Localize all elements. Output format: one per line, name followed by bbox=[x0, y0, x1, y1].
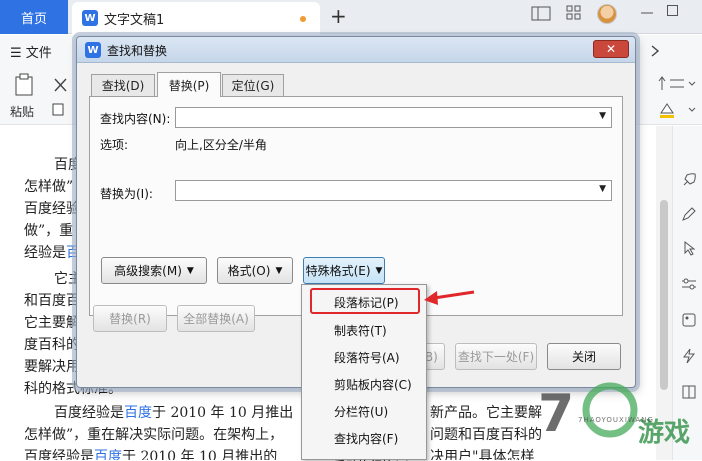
format-label: 格式(O) bbox=[227, 264, 271, 278]
paste-icon[interactable] bbox=[13, 73, 35, 97]
chevron-down-icon: ▼ bbox=[275, 265, 283, 276]
layout-toggle-icon[interactable] bbox=[531, 6, 551, 22]
document-line: 和百度百 bbox=[24, 290, 80, 310]
options-value: 向上,区分全/半角 bbox=[175, 138, 267, 152]
menu-item-paragraph-sign[interactable]: 段落符号(A) bbox=[334, 349, 400, 366]
document-line: 要解决用 bbox=[24, 356, 80, 376]
tab-home[interactable]: 首页 bbox=[0, 0, 68, 34]
find-input[interactable]: ▼ bbox=[175, 107, 612, 128]
link-text[interactable]: 百度 bbox=[124, 405, 152, 421]
line-text: 百度经验是 bbox=[54, 405, 124, 421]
dialog-title: 查找和替换 bbox=[107, 44, 168, 58]
minimize-icon[interactable] bbox=[640, 8, 654, 18]
copy-icon[interactable] bbox=[52, 101, 68, 117]
menu-item-column-break[interactable]: 分栏符(U) bbox=[334, 403, 388, 420]
find-next-button[interactable]: 查找下一处(F) bbox=[455, 343, 537, 370]
dropdown-arrow-icon[interactable]: ▼ bbox=[599, 111, 606, 121]
menu-item-tab-char[interactable]: 制表符(T) bbox=[334, 322, 387, 339]
apps-grid-icon[interactable] bbox=[566, 5, 582, 21]
options-label: 选项: bbox=[100, 138, 129, 152]
document-line: 它主要解 bbox=[24, 312, 80, 332]
wps-writer-icon: W bbox=[82, 10, 98, 26]
line-text: 度百科的 bbox=[24, 337, 80, 353]
document-line: 怎样做”，重在解决实际问题。在架构上， bbox=[24, 424, 283, 444]
line-text: 百度经验 bbox=[24, 201, 80, 217]
close-button[interactable]: 关闭 bbox=[547, 343, 621, 370]
menu-item-clipboard[interactable]: 剪贴板内容(C) bbox=[334, 376, 412, 393]
dialog-title-bar[interactable]: W 查找和替换 ✕ bbox=[77, 37, 635, 63]
document-line: 做”，重 bbox=[24, 220, 73, 240]
file-menu-label: 文件 bbox=[25, 46, 52, 61]
watermark-digit: 7 bbox=[538, 384, 575, 444]
advanced-search-button[interactable]: 高级搜索(M) ▼ bbox=[101, 257, 207, 284]
file-menu[interactable]: ☰ 文件 bbox=[10, 42, 52, 61]
chevron-down-icon: ▼ bbox=[375, 265, 383, 276]
wps-writer-icon: W bbox=[85, 42, 101, 58]
document-line: 度百科的 bbox=[24, 334, 80, 354]
unsaved-dot-icon bbox=[300, 16, 306, 22]
advanced-search-label: 高级搜索(M) bbox=[114, 264, 182, 278]
special-format-button[interactable]: 特殊格式(E) ▼ bbox=[303, 257, 385, 284]
pen-icon[interactable] bbox=[681, 206, 697, 222]
link-text[interactable]: 百度 bbox=[94, 449, 122, 460]
document-line: 百度经验是百度于 2010 年 10 月推出的 bbox=[24, 446, 277, 460]
line-text: 怎样做” bbox=[24, 179, 74, 195]
lightning-icon[interactable] bbox=[681, 348, 697, 364]
dialog-close-button[interactable]: ✕ bbox=[593, 40, 629, 58]
tab-find[interactable]: 查找(D) bbox=[91, 74, 155, 96]
replace-button[interactable]: 替换(R) bbox=[93, 305, 167, 332]
tab-goto[interactable]: 定位(G) bbox=[222, 74, 284, 96]
tab-document[interactable]: W 文字文稿1 bbox=[72, 2, 320, 34]
line-text: 于 2010 年 10 月推出的 bbox=[122, 449, 278, 460]
hamburger-icon: ☰ bbox=[10, 46, 22, 61]
sliders-icon[interactable] bbox=[681, 276, 697, 292]
line-text: 怎样做”，重在解决实际问题。在架构上， bbox=[24, 427, 284, 443]
document-line: 百度经验 bbox=[24, 198, 80, 218]
line-spacing-icon[interactable] bbox=[658, 75, 698, 93]
document-tab-title: 文字文稿1 bbox=[104, 12, 165, 28]
user-avatar[interactable] bbox=[597, 4, 617, 24]
chevron-down-icon: ▼ bbox=[186, 265, 194, 276]
title-tab-bar: 首页 W 文字文稿1 + bbox=[0, 0, 702, 34]
document-line: 怎样做” bbox=[24, 176, 73, 196]
line-text: 和百度百 bbox=[24, 293, 80, 309]
paste-label[interactable]: 粘贴 bbox=[10, 103, 34, 120]
site-watermark: 7 游戏 7HAOYOUXIWANG bbox=[518, 378, 702, 460]
image-tool-icon[interactable] bbox=[681, 312, 697, 328]
document-line: 经验是百 bbox=[24, 242, 80, 262]
chevron-right-icon[interactable] bbox=[648, 44, 662, 58]
find-label: 查找内容(N): bbox=[100, 112, 171, 126]
highlight-box bbox=[310, 288, 420, 314]
add-tab-icon[interactable]: + bbox=[330, 4, 347, 28]
document-line: 百度经验是百度于 2010 年 10 月推出 bbox=[54, 402, 293, 422]
pointer-icon[interactable] bbox=[681, 240, 697, 256]
line-text: 经验是 bbox=[24, 245, 66, 261]
cut-icon[interactable] bbox=[52, 77, 70, 95]
watermark-circle-icon bbox=[582, 382, 638, 438]
menu-item-manual-line-break[interactable]: 手动换行符(L) bbox=[334, 457, 410, 461]
menu-item-find-content[interactable]: 查找内容(F) bbox=[334, 430, 398, 447]
special-format-label: 特殊格式(E) bbox=[305, 264, 371, 278]
scrollbar-thumb[interactable] bbox=[660, 200, 668, 390]
watermark-sub: 7HAOYOUXIWANG bbox=[578, 416, 654, 424]
replace-all-button[interactable]: 全部替换(A) bbox=[177, 305, 255, 332]
replace-input[interactable]: ▼ bbox=[175, 180, 612, 201]
replace-label: 替换为(I): bbox=[100, 187, 153, 201]
dropdown-arrow-icon[interactable]: ▼ bbox=[599, 184, 606, 194]
format-button[interactable]: 格式(O) ▼ bbox=[217, 257, 293, 284]
tab-replace[interactable]: 替换(P) bbox=[157, 72, 221, 97]
line-text: 要解决用 bbox=[24, 359, 80, 375]
maximize-icon[interactable] bbox=[666, 4, 680, 18]
line-text: 百度经验是 bbox=[24, 449, 94, 460]
rocket-icon[interactable] bbox=[681, 172, 697, 188]
line-text: 于 2010 年 10 月推出 bbox=[152, 405, 294, 421]
line-text: 做”，重 bbox=[24, 223, 74, 239]
replace-panel: 查找内容(N): ▼ 选项: 向上,区分全/半角 替换为(I): ▼ 高级搜索(… bbox=[89, 96, 623, 316]
line-text: 它主要解 bbox=[24, 315, 80, 331]
shading-icon[interactable] bbox=[658, 101, 698, 119]
